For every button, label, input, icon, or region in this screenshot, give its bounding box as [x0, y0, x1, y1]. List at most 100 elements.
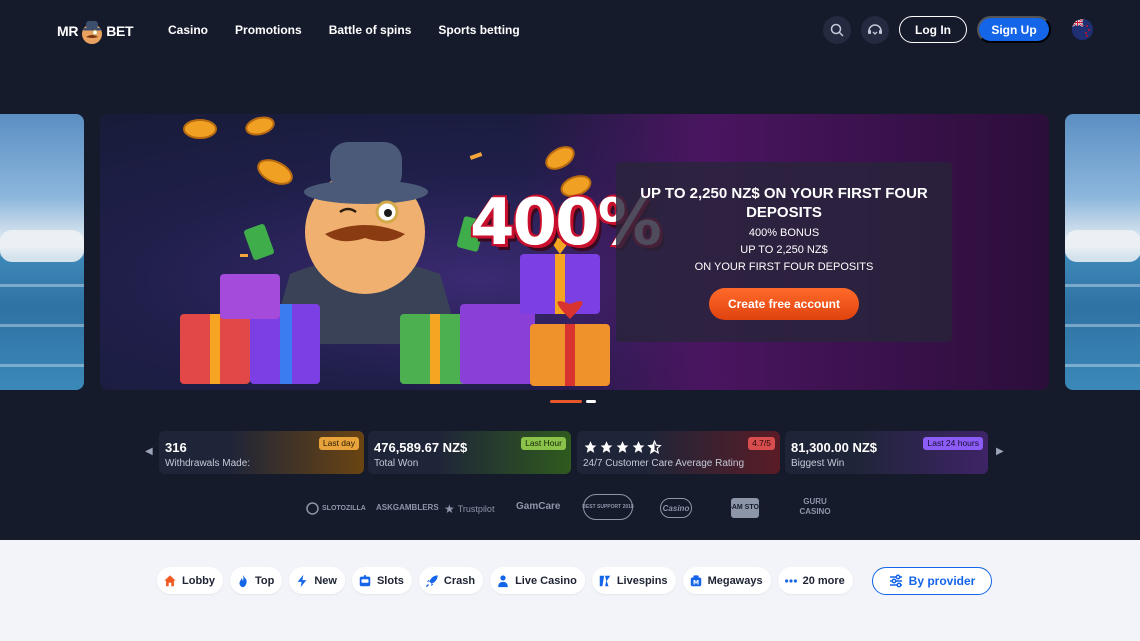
stats-prev-arrow[interactable]: ◀: [145, 446, 153, 457]
partner-gamcare[interactable]: GamCare: [516, 501, 560, 512]
hero-line-2: UP TO 2,250 NZ$: [740, 244, 828, 256]
lightning-icon: [297, 574, 307, 587]
stat-badge: 4.7/5: [748, 437, 775, 450]
star-icon: [616, 441, 629, 453]
category-lobby[interactable]: Lobby: [157, 567, 223, 594]
partner-gamstop[interactable]: GAM STOP: [726, 498, 764, 518]
stat-value: 316: [165, 440, 187, 455]
partner-askgamblers[interactable]: ASKGAMBLERS: [376, 503, 439, 512]
wave-decoration: [1065, 364, 1140, 367]
home-icon: [164, 574, 176, 586]
search-icon: [830, 23, 844, 37]
partner-logos: SLOTOZILLA ASKGAMBLERS ★ Trustpilot GamC…: [0, 494, 1140, 524]
category-megaways[interactable]: M Megaways: [682, 567, 771, 594]
login-button[interactable]: Log In: [899, 16, 967, 43]
partner-label: GamCare: [516, 501, 561, 512]
dark-header-area: MR BET Casino Promotions Battle of spins…: [0, 0, 1140, 540]
partner-label: Casino: [662, 503, 690, 513]
rocket-icon: [425, 574, 438, 587]
nz-flag-icon: [1072, 19, 1093, 40]
category-top[interactable]: Top: [230, 567, 283, 594]
category-bar: Lobby Top New Slots Crash Live Casino Li…: [157, 567, 853, 594]
category-crash[interactable]: Crash: [418, 567, 484, 594]
stat-value: 476,589.67 NZ$: [374, 440, 468, 455]
carousel-next-slide[interactable]: [1065, 114, 1140, 390]
create-account-button[interactable]: Create free account: [709, 288, 859, 320]
mrbet-logo[interactable]: MR BET: [57, 16, 134, 46]
nav-promotions[interactable]: Promotions: [235, 21, 302, 39]
main-nav: Casino Promotions Battle of spins Sports…: [168, 21, 520, 39]
stat-label: Withdrawals Made:: [165, 458, 251, 469]
partner-label: GURU CASINO: [799, 497, 831, 516]
category-label: 20 more: [802, 574, 845, 587]
partner-casino[interactable]: Casino: [660, 498, 692, 518]
stat-badge: Last Hour: [521, 437, 566, 450]
svg-text:M: M: [693, 579, 699, 586]
category-slots[interactable]: Slots: [351, 567, 412, 594]
category-live-casino[interactable]: Live Casino: [490, 567, 585, 594]
partner-slotozilla[interactable]: SLOTOZILLA: [306, 502, 366, 515]
more-dots-icon: [784, 578, 797, 583]
wave-decoration: [1065, 284, 1140, 287]
star-icon: [584, 441, 597, 453]
carousel-dots: [550, 400, 596, 403]
partner-label: GAM STOP: [726, 504, 764, 511]
wave-decoration: [0, 364, 84, 367]
stat-badge: Last day: [318, 437, 359, 450]
nav-battle-of-spins[interactable]: Battle of spins: [329, 21, 412, 39]
mascot-icon: [82, 21, 103, 44]
carousel-dot-active[interactable]: [550, 400, 582, 403]
language-selector[interactable]: [1072, 19, 1093, 40]
category-label: Lobby: [182, 574, 215, 587]
hero-title: UP TO 2,250 NZ$ ON YOUR FIRST FOUR DEPOS…: [640, 185, 928, 221]
stat-rating: 24/7 Customer Care Average Rating 4.7/5: [577, 431, 780, 474]
person-icon: [498, 574, 508, 587]
hero-offer-card: UP TO 2,250 NZ$ ON YOUR FIRST FOUR DEPOS…: [616, 162, 952, 342]
half-star-icon: [647, 440, 662, 454]
stat-label: Total Won: [374, 458, 419, 469]
wave-decoration: [0, 284, 84, 287]
category-label: Top: [255, 574, 275, 587]
livespins-icon: [599, 575, 611, 586]
support-button[interactable]: [861, 16, 889, 44]
stat-value: 81,300.00 NZ$: [791, 440, 878, 455]
filter-sliders-icon: [889, 574, 902, 588]
carousel-prev-slide[interactable]: [0, 114, 84, 390]
signup-button[interactable]: Sign Up: [977, 16, 1051, 43]
carousel-dot[interactable]: [586, 400, 596, 403]
slot-machine-icon: [359, 574, 371, 586]
stat-total-won: 476,589.67 NZ$ Total Won Last Hour: [368, 431, 571, 474]
hero-line-1: 400% BONUS: [748, 227, 820, 239]
category-label: Live Casino: [515, 574, 577, 587]
category-new[interactable]: New: [289, 567, 345, 594]
category-label: Slots: [376, 574, 404, 587]
nav-sports-betting[interactable]: Sports betting: [438, 21, 519, 39]
logo-text-left: MR: [57, 23, 79, 39]
stat-biggest-win: 81,300.00 NZ$ Biggest Win Last 24 hours: [785, 431, 988, 474]
search-button[interactable]: [823, 16, 851, 44]
hero-line-3: ON YOUR FIRST FOUR DEPOSITS: [694, 261, 874, 273]
category-livespins[interactable]: Livespins: [591, 567, 676, 594]
category-label: Livespins: [616, 574, 668, 587]
partner-label: BEST SUPPORT 2018: [582, 504, 634, 510]
stat-label: Biggest Win: [791, 458, 845, 469]
star-icon: [600, 441, 613, 453]
stat-badge: Last 24 hours: [923, 437, 983, 450]
by-provider-button[interactable]: By provider: [872, 567, 992, 595]
logo-text-right: BET: [106, 23, 134, 39]
partner-trustpilot[interactable]: ★ Trustpilot: [444, 502, 494, 516]
partner-label: ASKGAMBLERS: [376, 503, 439, 512]
category-more[interactable]: 20 more: [777, 567, 853, 594]
hero-banner[interactable]: 400% UP TO 2,250 NZ$ ON YOUR FIRST FOUR …: [100, 114, 1049, 390]
nav-casino[interactable]: Casino: [168, 21, 208, 39]
wave-decoration: [1065, 324, 1140, 327]
partner-guru-casino[interactable]: GURU CASINO: [797, 497, 833, 517]
stats-next-arrow[interactable]: ▶: [996, 446, 1004, 457]
category-label: Megaways: [707, 574, 763, 587]
partner-best-support[interactable]: BEST SUPPORT 2018: [582, 494, 634, 520]
rating-stars: [583, 440, 662, 454]
megaways-icon: M: [690, 574, 701, 586]
wave-decoration: [0, 324, 84, 327]
star-icon: ★: [444, 502, 455, 516]
category-label: New: [314, 574, 337, 587]
